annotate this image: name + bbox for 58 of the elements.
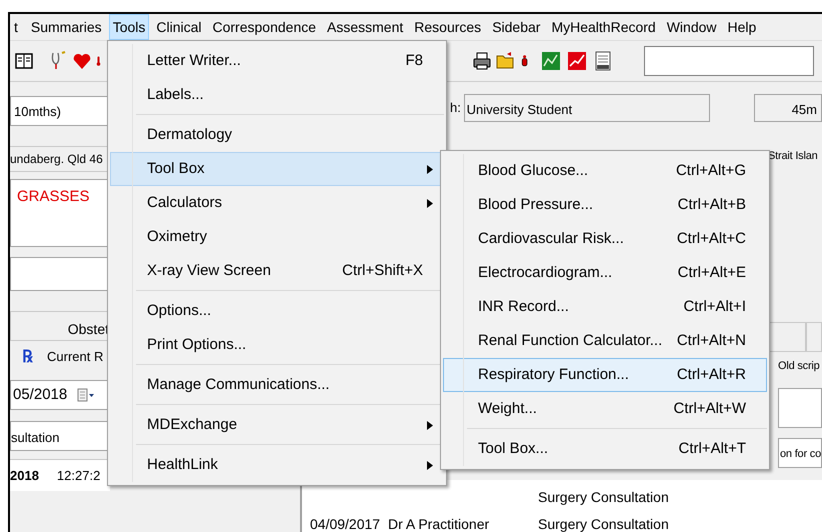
menu-item[interactable]: Electrocardiogram... Ctrl+Alt+E (443, 256, 767, 290)
allergy-text: GRASSES (17, 188, 90, 205)
menu-item[interactable]: Summaries (26, 14, 106, 40)
menu-item[interactable]: HealthLink (110, 448, 444, 482)
visit-date: 2018 (10, 466, 39, 485)
menu-item[interactable]: Renal Function Calculator... Ctrl+Alt+N (443, 324, 767, 358)
menu-item[interactable]: Options... (110, 294, 444, 328)
menu-item[interactable]: Dermatology (110, 118, 444, 152)
prescription-icon: ℞ (22, 344, 33, 370)
menu-item[interactable]: X-ray View Screen Ctrl+Shift+X (110, 254, 444, 288)
menu-item[interactable]: Clinical (152, 14, 206, 40)
menu-item[interactable]: Correspondence (208, 14, 320, 40)
menu-item[interactable]: Help (724, 14, 760, 40)
graph-icon[interactable] (567, 50, 587, 72)
menu-item[interactable]: Tool Box... Ctrl+Alt+T (443, 432, 767, 466)
menu-item[interactable]: MyHealthRecord (547, 14, 660, 40)
search-field[interactable] (644, 46, 814, 76)
menu-item[interactable]: Window (662, 14, 721, 40)
menu-item[interactable]: Print Options... (110, 328, 444, 362)
table-cell-text: Surgery Consultation (538, 515, 669, 532)
occupation-label: h: (450, 99, 462, 118)
old-scripts-tab[interactable]: Old scrip (766, 352, 822, 382)
printer-icon[interactable] (472, 50, 492, 72)
menu-item[interactable]: Blood Glucose... Ctrl+Alt+G (443, 154, 767, 188)
menu-item[interactable]: Resources (410, 14, 486, 40)
menu-item[interactable]: Cardiovascular Risk... Ctrl+Alt+C (443, 222, 767, 256)
menu-item[interactable]: Respiratory Function... Ctrl+Alt+R (443, 358, 767, 392)
menu-item[interactable]: Tools (108, 14, 150, 40)
address-text: undaberg. Qld 46 (10, 151, 103, 168)
menu-item[interactable]: Sidebar (488, 14, 544, 40)
menu-item[interactable]: Manage Communications... (110, 368, 444, 402)
text-field[interactable] (10, 257, 110, 291)
menu-item[interactable]: Weight... Ctrl+Alt+W (443, 392, 767, 426)
chart-icon[interactable] (541, 50, 561, 72)
occupation-field[interactable]: University Student (464, 94, 710, 122)
menu-item[interactable]: Calculators (110, 186, 444, 220)
table-cell-text: 04/09/2017 (310, 515, 382, 532)
menu-item[interactable]: Oximetry (110, 220, 444, 254)
date-field[interactable]: 05/2018 (10, 380, 110, 410)
menu-item[interactable]: t (10, 14, 22, 40)
table-cell-text: Surgery Consultation (538, 488, 669, 507)
current-prescriptions-tab[interactable]: Current R (47, 347, 104, 367)
date-text: 05/2018 (13, 384, 68, 405)
menu-item[interactable]: Assessment (323, 14, 408, 40)
menu-item[interactable]: Labels... (110, 78, 444, 112)
menu-item[interactable]: Letter Writer... F8 (110, 44, 444, 78)
text-field[interactable]: 45m (754, 94, 822, 122)
table-cell-text: Dr A Practitioner (388, 515, 490, 532)
text-field[interactable] (778, 388, 822, 428)
text-field[interactable]: on for co (778, 438, 822, 468)
menu-item[interactable]: MDExchange (110, 408, 444, 442)
menu-item[interactable]: Blood Pressure... Ctrl+Alt+B (443, 188, 767, 222)
document-icon[interactable] (593, 50, 613, 72)
visit-time: 12:27:2 (56, 466, 100, 485)
reason-field[interactable]: sultation (10, 421, 110, 451)
age-field[interactable]: 10mths) (10, 96, 110, 126)
calendar-dropdown-icon[interactable] (77, 388, 96, 402)
menu-item[interactable]: INR Record... Ctrl+Alt+I (443, 290, 767, 324)
